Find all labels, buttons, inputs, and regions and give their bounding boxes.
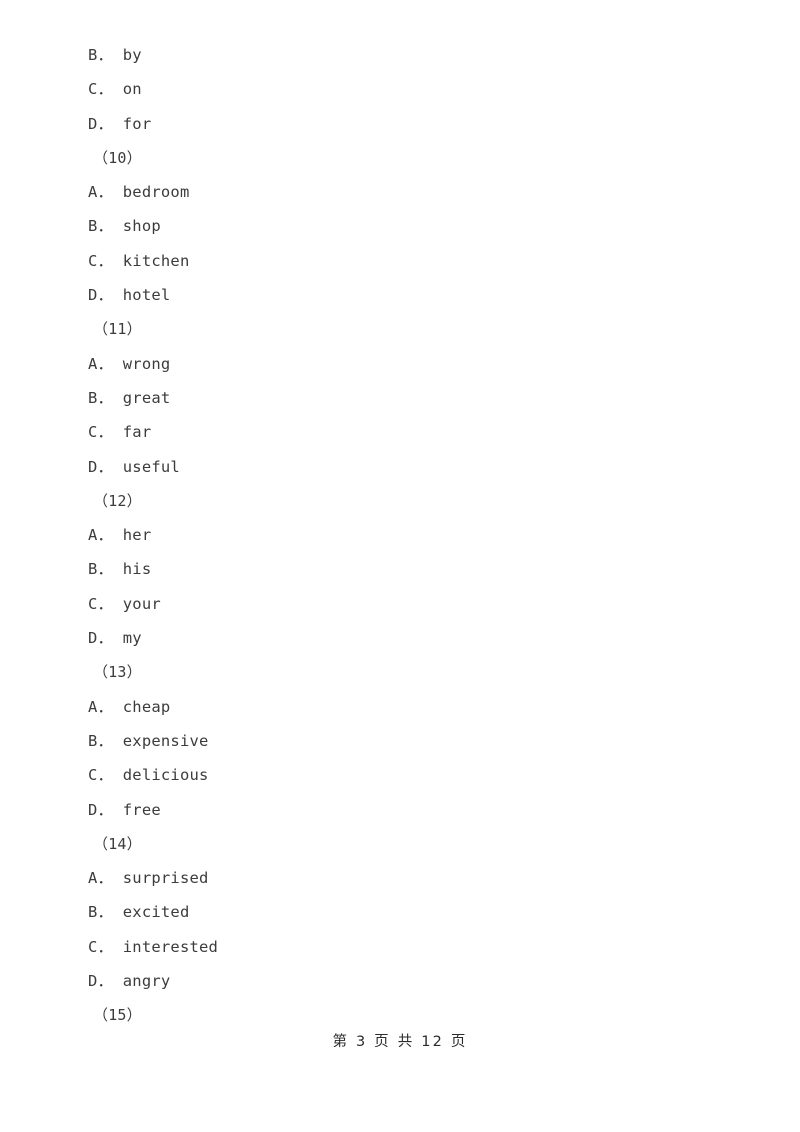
answer-options-list: B． by C． on D． for （10） A． bedroom B． shop C． … (0, 38, 800, 1033)
answer-option: C． far (88, 423, 152, 442)
page-footer: 第 3 页 共 12 页 (332, 1034, 468, 1050)
answer-option: C． on (88, 80, 142, 99)
answer-option: B． excited (88, 903, 190, 922)
answer-option: B． by (88, 46, 142, 64)
question-number: （14） (93, 834, 142, 853)
answer-option: C． delicious (88, 766, 209, 785)
answer-option: A． wrong (88, 354, 171, 373)
answer-option: D． hotel (88, 286, 171, 305)
answer-option: D． angry (88, 972, 171, 991)
answer-option: B． expensive (88, 731, 209, 750)
answer-option: C． your (88, 594, 161, 613)
question-number: （13） (93, 663, 142, 682)
answer-option: A． her (88, 526, 152, 545)
question-number: （10） (93, 148, 142, 167)
answer-option: D． free (88, 800, 161, 819)
answer-option: A． cheap (88, 697, 171, 716)
answer-option: C． kitchen (88, 251, 190, 270)
question-number: （11） (93, 320, 142, 339)
document-page: B． by C． on D． for （10） A． bedroom B． shop C． … (0, 0, 800, 1132)
answer-option: D． useful (88, 457, 180, 476)
answer-option: D． my (88, 629, 142, 648)
question-number: （15） (93, 1006, 142, 1025)
answer-option: D． for (88, 114, 152, 133)
answer-option: A． surprised (88, 869, 209, 888)
answer-option: B． shop (88, 217, 161, 236)
answer-option: B． his (88, 560, 152, 579)
question-number: （12） (93, 491, 142, 510)
answer-option: B． great (88, 388, 171, 407)
answer-option: A． bedroom (88, 183, 190, 202)
answer-option: C． interested (88, 937, 219, 956)
